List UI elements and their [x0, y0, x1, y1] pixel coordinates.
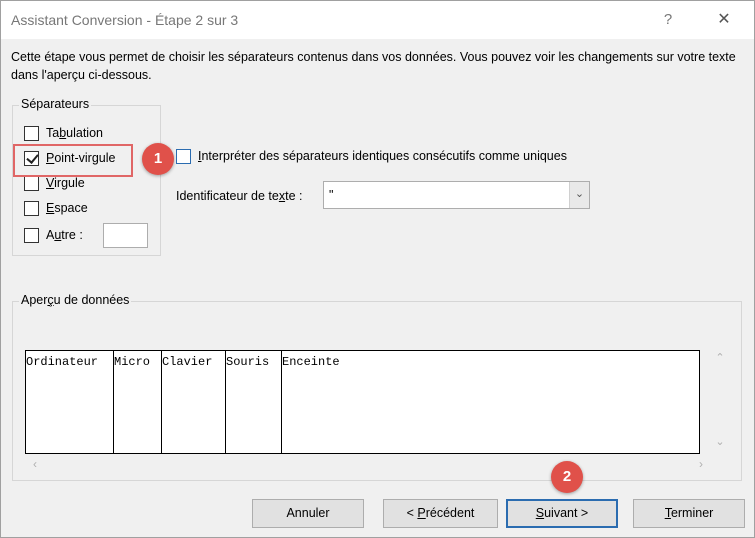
close-button[interactable]: ✕ — [709, 7, 739, 33]
text-qualifier-select[interactable]: " ⌄ — [323, 181, 590, 209]
step-description: Cette étape vous permet de choisir les s… — [11, 50, 736, 82]
separators-legend: Séparateurs — [19, 97, 92, 111]
title-bar: Assistant Conversion - Étape 2 sur 3 ? ✕ — [1, 1, 754, 39]
chevron-up-icon[interactable]: ⌃ — [711, 350, 729, 366]
other-checkbox[interactable] — [24, 228, 39, 243]
other-label: Autre : — [46, 228, 83, 242]
cancel-button[interactable]: Annuler — [252, 499, 364, 528]
preview-vertical-scrollbar[interactable]: ⌃ ⌄ — [711, 350, 729, 454]
preview-horizontal-scrollbar[interactable]: ‹ › — [25, 456, 711, 472]
text-qualifier-label: Identificateur de texte : — [176, 189, 303, 203]
tab-checkbox[interactable] — [24, 126, 39, 141]
preview-column[interactable]: Ordinateur — [26, 351, 114, 453]
consecutive-checkbox[interactable] — [176, 149, 191, 164]
window-title: Assistant Conversion - Étape 2 sur 3 — [11, 12, 239, 28]
consecutive-label: Interpréter des séparateurs identiques c… — [198, 149, 567, 163]
semicolon-highlight-box — [13, 144, 133, 177]
conversion-wizard-dialog: Assistant Conversion - Étape 2 sur 3 ? ✕… — [0, 0, 755, 538]
space-label: Espace — [46, 201, 88, 215]
chevron-down-icon[interactable]: ⌄ — [569, 182, 589, 208]
chevron-left-icon[interactable]: ‹ — [27, 456, 43, 472]
tab-label: Tabulation — [46, 126, 103, 140]
chevron-right-icon[interactable]: › — [693, 456, 709, 472]
data-preview-grid[interactable]: Ordinateur Micro Clavier Souris Enceinte — [25, 350, 700, 454]
text-qualifier-value: " — [329, 188, 334, 202]
help-button[interactable]: ? — [657, 7, 679, 33]
space-checkbox[interactable] — [24, 201, 39, 216]
finish-button[interactable]: Terminer — [633, 499, 745, 528]
other-separator-input[interactable] — [103, 223, 148, 248]
chevron-down-icon[interactable]: ⌄ — [711, 434, 729, 450]
comma-label: Virgule — [46, 176, 85, 190]
step-badge-2: 2 — [551, 461, 583, 493]
data-preview-legend: Aperçu de données — [19, 293, 132, 307]
preview-column[interactable]: Enceinte — [282, 351, 699, 453]
previous-button[interactable]: < Précédent — [383, 499, 498, 528]
comma-checkbox[interactable] — [24, 176, 39, 191]
step-badge-1: 1 — [142, 143, 174, 175]
preview-column[interactable]: Souris — [226, 351, 282, 453]
preview-column[interactable]: Clavier — [162, 351, 226, 453]
preview-column[interactable]: Micro — [114, 351, 162, 453]
next-button[interactable]: Suivant > — [506, 499, 618, 528]
